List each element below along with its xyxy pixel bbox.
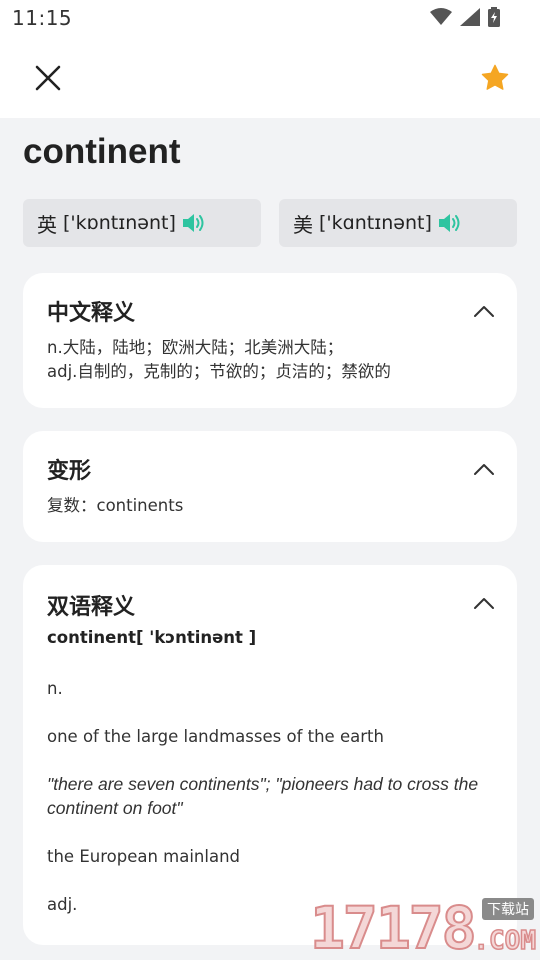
pronunciation-ipa: ['kɒntɪnənt] xyxy=(63,212,176,234)
status-icons xyxy=(430,7,500,27)
wifi-icon xyxy=(430,8,452,25)
watermark-logo: 17178 下载站 .COM xyxy=(309,894,540,960)
card-body: 复数：continents xyxy=(47,496,184,515)
part-of-speech: n. xyxy=(47,679,63,698)
watermark-number: 17178 xyxy=(309,894,478,960)
headword: continent xyxy=(23,132,181,171)
chevron-up-icon[interactable] xyxy=(471,593,497,613)
card-title: 双语释义 xyxy=(47,595,136,620)
pronunciation-uk-button[interactable]: 英 ['kɒntɪnənt] xyxy=(23,199,261,247)
word-forms-card: 变形 复数：continents xyxy=(23,431,517,542)
definition-line: adj.自制的，克制的；节欲的；贞洁的；禁欲的 xyxy=(47,362,391,381)
card-body: n.大陆，陆地；欧洲大陆；北美洲大陆； adj.自制的，克制的；节欲的；贞洁的；… xyxy=(47,336,497,384)
bilingual-headword: continent[ 'kɔntinənt ] xyxy=(47,628,257,647)
example-sentence: "there are seven continents"; "pioneers … xyxy=(47,774,479,818)
pronunciation-label: 美 xyxy=(293,212,313,237)
chevron-up-icon[interactable] xyxy=(471,301,497,321)
chinese-definition-card: 中文释义 n.大陆，陆地；欧洲大陆；北美洲大陆； adj.自制的，克制的；节欲的… xyxy=(23,273,517,408)
signal-icon xyxy=(460,8,480,26)
definition-line: n.大陆，陆地；欧洲大陆；北美洲大陆； xyxy=(47,338,344,357)
status-bar: 11:15 xyxy=(0,0,540,36)
close-icon xyxy=(35,65,61,91)
pronunciation-us-button[interactable]: 美 ['kɑntɪnənt] xyxy=(279,199,517,247)
bilingual-definition-card: 双语释义 continent[ 'kɔntinənt ] n. one of t… xyxy=(23,565,517,945)
close-button[interactable] xyxy=(28,58,68,98)
chevron-up-icon[interactable] xyxy=(471,459,497,479)
battery-charging-icon xyxy=(488,7,500,27)
watermark-tag: 下载站 xyxy=(482,898,534,920)
definition-text: the European mainland xyxy=(47,847,241,866)
status-time: 11:15 xyxy=(12,6,73,30)
card-title: 中文释义 xyxy=(47,301,136,326)
favorite-button[interactable] xyxy=(476,59,514,97)
watermark-suffix: .COM xyxy=(473,925,537,957)
definition-text: one of the large landmasses of the earth xyxy=(47,727,384,746)
star-icon xyxy=(481,64,509,90)
app-bar xyxy=(0,36,540,118)
card-title: 变形 xyxy=(47,459,92,484)
pronunciation-ipa: ['kɑntɪnənt] xyxy=(319,212,432,234)
speaker-icon[interactable] xyxy=(438,212,464,234)
pronunciation-label: 英 xyxy=(37,212,57,237)
speaker-icon[interactable] xyxy=(182,212,208,234)
